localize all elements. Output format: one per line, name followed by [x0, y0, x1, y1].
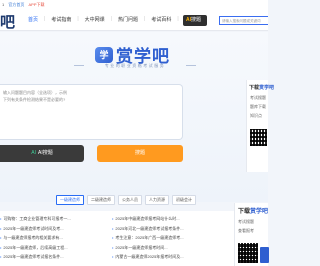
bullet-icon: •	[112, 244, 114, 250]
list-item-title: 可购物：工商企业管理专科可报考一...	[3, 216, 71, 221]
top-strip: 1 官方首页 APP下载	[0, 0, 268, 9]
hero-section: 学 赏学吧 专业的职业资格考试服务 输入问题题目内容（全选项），示例 下列有关条…	[0, 32, 268, 202]
app-download-title: 下载赏学吧	[249, 84, 274, 91]
nav-divider: |	[144, 16, 146, 22]
app-download-link[interactable]: APP下载	[28, 2, 44, 7]
list-item[interactable]: • 2025年一级建造师考试时间及考...	[0, 224, 71, 234]
download-label: 下载	[238, 209, 251, 215]
top-strip-text: 1	[2, 2, 5, 7]
header-search-input[interactable]: 请输入搜索问题或关键词	[219, 16, 268, 25]
app-download-panel: 下载赏学吧 考试搜题 题库下载 知识点	[246, 80, 274, 172]
ai-search-button-label: AI搜题	[38, 150, 53, 156]
main-nav: 首页 | 考试指南 | 大中网课 | 热门问题 | 考试百科 | 互动	[28, 16, 201, 23]
bullet-icon: •	[112, 216, 114, 221]
download-brand: 赏学吧	[250, 209, 269, 215]
list-item-title: 2025年一级建造师考试时间及考...	[3, 225, 64, 231]
search-question-button[interactable]: 搜题	[97, 145, 183, 162]
question-input[interactable]: 输入问题题目内容（全选项），示例 下列有关条件检测结果不是必要的?	[0, 84, 183, 140]
list-item[interactable]: • 内蒙古一级建造师2025年报考时间及...	[112, 252, 184, 262]
list-item-title: 2025年中级建造师报考网站什么时...	[115, 216, 180, 221]
download-label: 下载	[249, 85, 260, 91]
tab-second-class-constructor[interactable]: 二级建造师	[87, 195, 115, 205]
question-placeholder-line1: 输入问题题目内容（全选项），示例	[3, 90, 67, 95]
list-item-title: 内蒙古一级建造师2025年报考时间及...	[115, 254, 184, 259]
article-list: • 可购物：工商企业管理专科可报考一... • 2025年一级建造师考试时间及考..…	[0, 211, 240, 266]
ai-logo-icon: AI	[31, 150, 36, 156]
brand-logo-icon: 学	[95, 46, 113, 63]
bullet-icon: •	[112, 225, 114, 231]
ai-search-button[interactable]: AI AI搜题	[0, 145, 84, 162]
tab-human-resources[interactable]: 人力资源	[145, 195, 169, 205]
nav-exam-wiki[interactable]: 考试百科	[151, 16, 171, 23]
download-brand: 赏学吧	[259, 85, 275, 91]
list-item-title: 与一级建造师报考的相关要求有...	[3, 235, 63, 240]
nav-divider: |	[177, 16, 179, 22]
home-link[interactable]: 官方首页	[8, 2, 24, 7]
feature-item: 查看报考	[238, 228, 254, 233]
site-logo[interactable]: 吧	[0, 11, 15, 32]
list-item[interactable]: • 可购物：工商企业管理专科可报考一...	[0, 214, 71, 224]
list-item[interactable]: • 2025年河北一级建造师考试报考条件...	[112, 224, 184, 234]
bullet-icon: •	[0, 225, 2, 231]
nav-exam-guide[interactable]: 考试指南	[51, 16, 71, 23]
bullet-icon: •	[112, 254, 114, 259]
nav-divider: |	[110, 16, 112, 22]
qr-code-icon	[250, 129, 267, 146]
category-tabs: 一级建造师 二级建造师 公务人员 人力资源 初级会计	[56, 195, 199, 205]
tab-first-class-constructor[interactable]: 一级建造师	[56, 195, 84, 205]
list-item[interactable]: • 与一级建造师报考的相关要求有...	[0, 233, 71, 243]
tab-junior-accountant[interactable]: 初级会计	[172, 195, 196, 205]
nav-home[interactable]: 首页	[28, 16, 38, 23]
brand-slogan: 专业的职业资格考试服务	[74, 63, 196, 69]
nav-hot-questions[interactable]: 热门问题	[118, 16, 138, 23]
qr-code-icon	[238, 243, 258, 263]
feature-item: 考试搜题	[238, 219, 254, 224]
app-promo-title: 下载赏学吧	[238, 206, 268, 215]
bullet-icon: •	[0, 216, 2, 221]
ai-badge-text: 搜题	[191, 17, 202, 23]
bullet-icon: •	[0, 244, 2, 250]
list-item-title: 考生注意：2025年广西一级建造师考...	[115, 235, 184, 240]
list-item-title: 2025年一级建造师，后续高级工程...	[3, 244, 68, 250]
list-item-title: 2025年一级建造师报考时间...	[115, 244, 168, 250]
question-placeholder-line2: 下列有关条件检测结果不是必要的?	[3, 97, 66, 102]
article-column-left: • 可购物：工商企业管理专科可报考一... • 2025年一级建造师考试时间及考..…	[0, 214, 71, 262]
feature-item: 题库下载	[250, 104, 266, 109]
tab-civil-servant[interactable]: 公务人员	[118, 195, 142, 205]
list-item[interactable]: • 考生注意：2025年广西一级建造师考...	[112, 233, 184, 243]
app-promo-panel: 下载赏学吧 考试搜题 查看报考	[234, 203, 269, 266]
article-column-right: • 2025年中级建造师报考网站什么时... • 2025年河北一级建造师考试报考条…	[112, 214, 184, 262]
nav-divider: |	[44, 16, 46, 22]
feature-item: 考试搜题	[250, 95, 266, 100]
list-item-title: 2025年一级建造师考试报名条件...	[3, 254, 64, 259]
bullet-icon: •	[0, 235, 2, 240]
list-item[interactable]: • 2025年一级建造师考试报名条件...	[0, 252, 71, 262]
bullet-icon: •	[112, 235, 114, 240]
bullet-icon: •	[0, 254, 2, 259]
nav-online-courses[interactable]: 大中网课	[85, 16, 105, 23]
list-item[interactable]: • 2025年一级建造师，后续高级工程...	[0, 243, 71, 253]
list-item-title: 2025年河北一级建造师考试报考条件...	[115, 225, 184, 231]
feature-item: 知识点	[250, 113, 262, 118]
phone-icon	[260, 247, 269, 263]
list-item[interactable]: • 2025年一级建造师报考时间...	[112, 243, 184, 253]
nav-divider: |	[77, 16, 79, 22]
list-item[interactable]: • 2025年中级建造师报考网站什么时...	[112, 214, 184, 224]
header: 吧 首页 | 考试指南 | 大中网课 | 热门问题 | 考试百科 | 互动 AI…	[0, 9, 268, 31]
ai-search-badge[interactable]: AI搜题	[183, 15, 207, 26]
